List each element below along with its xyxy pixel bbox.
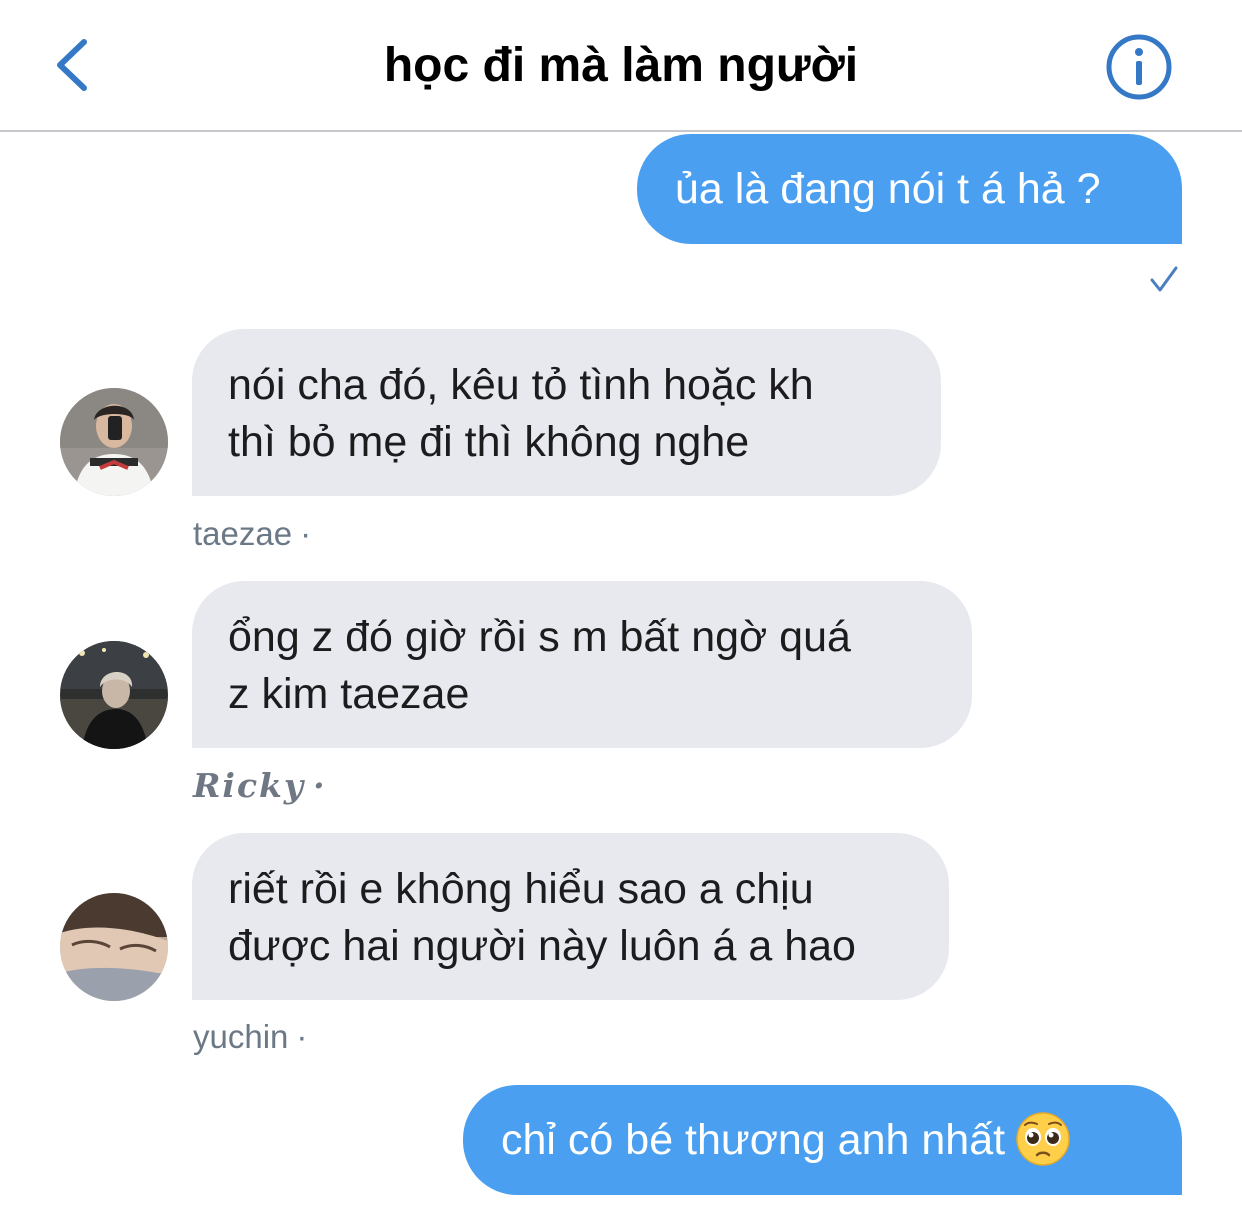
separator-dot: · xyxy=(313,766,327,805)
message-line: riết rồi e không hiểu sao a chịu xyxy=(228,865,814,913)
message-text: ủa là đang nói t á hả ? xyxy=(675,165,1101,213)
sender-label: yuchin xyxy=(193,1018,289,1055)
incoming-message-bubble[interactable]: nói cha đó, kêu tỏ tình hoặc kh thì bỏ m… xyxy=(192,329,941,496)
message-line: ổng z đó giờ rồi s m bất ngờ quá xyxy=(228,613,851,661)
chevron-left-icon xyxy=(57,39,87,91)
separator-dot: · xyxy=(300,515,312,552)
info-circle-icon xyxy=(1106,34,1172,100)
sender-name[interactable]: yuchin · xyxy=(193,1017,307,1057)
message-line: thì bỏ mẹ đi thì không nghe xyxy=(228,418,750,466)
message-text: chỉ có bé thương anh nhất xyxy=(501,1116,1006,1164)
conversation-title: học đi mà làm người xyxy=(383,39,859,92)
avatar-ricky[interactable] xyxy=(60,641,168,749)
outgoing-message-bubble[interactable]: ủa là đang nói t á hả ? xyxy=(637,134,1182,244)
message-line: được hai người này luôn á a hao xyxy=(228,922,856,970)
dm-conversation-screen: học đi mà làm người ủa là đang nói t á h… xyxy=(0,0,1242,1210)
avatar-taezae[interactable] xyxy=(60,388,168,496)
message-line: z kim taezae xyxy=(228,670,470,718)
avatar-yuchin[interactable] xyxy=(60,893,168,1001)
sender-label: Ricky xyxy=(193,766,306,805)
user-photo-icon xyxy=(60,893,168,1001)
user-photo-icon xyxy=(60,388,168,496)
outgoing-message-bubble[interactable]: chỉ có bé thương anh nhất xyxy=(463,1085,1182,1195)
pleading-face-emoji xyxy=(1016,1111,1070,1166)
back-button[interactable] xyxy=(40,30,110,100)
sender-name[interactable]: Ricky · xyxy=(193,766,327,806)
checkmark-icon xyxy=(1150,266,1178,292)
navigation-bar: học đi mà làm người xyxy=(0,0,1242,132)
sender-name[interactable]: taezae · xyxy=(193,514,311,554)
conversation-info-button[interactable] xyxy=(1104,32,1174,102)
sender-label: taezae xyxy=(193,515,293,552)
separator-dot: · xyxy=(296,1018,308,1055)
message-line: nói cha đó, kêu tỏ tình hoặc kh xyxy=(228,361,814,409)
incoming-message-bubble[interactable]: ổng z đó giờ rồi s m bất ngờ quá z kim t… xyxy=(192,581,972,748)
incoming-message-bubble[interactable]: riết rồi e không hiểu sao a chịu được ha… xyxy=(192,833,949,1000)
user-photo-icon xyxy=(60,641,168,749)
